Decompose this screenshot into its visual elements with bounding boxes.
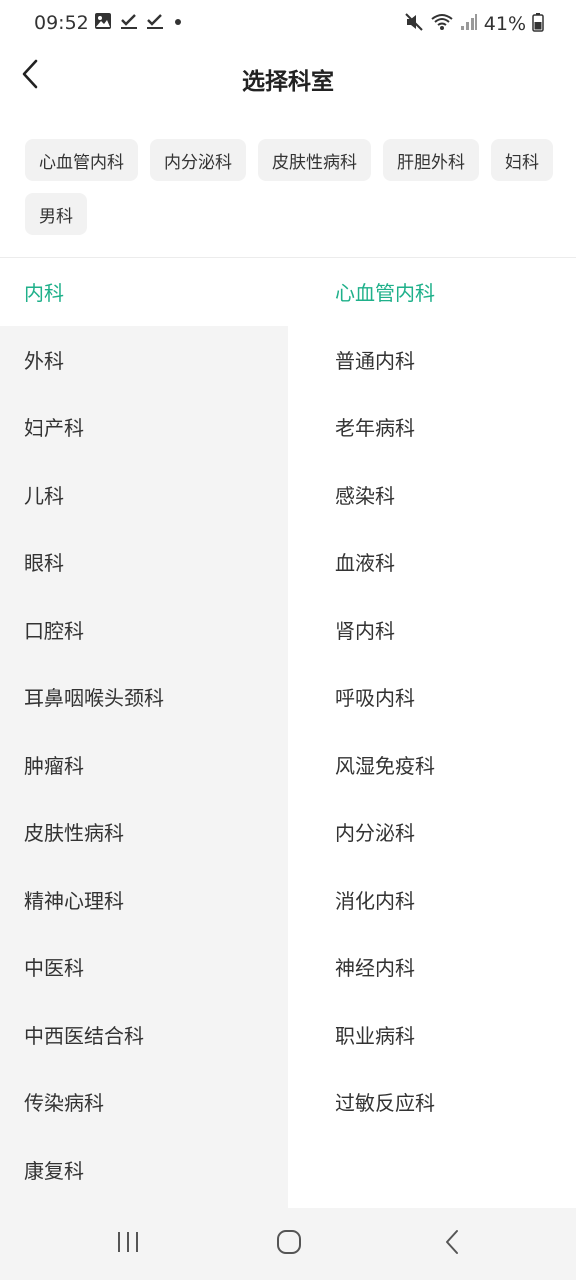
category-item[interactable]: 皮肤性病科 [0,798,288,866]
subdepartment-item[interactable]: 老年病科 [288,393,576,461]
subdepartment-item[interactable]: 感染科 [288,461,576,529]
system-icons: 41% [404,12,544,36]
home-button[interactable] [269,1226,309,1262]
category-item[interactable]: 眼科 [0,528,288,596]
back-icon [443,1229,461,1259]
notification-icons [94,12,184,30]
category-item[interactable]: 中医科 [0,933,288,1001]
subdepartment-item[interactable]: 职业病科 [288,1001,576,1069]
category-item[interactable]: 妇产科 [0,393,288,461]
category-item[interactable]: 内科 [0,258,288,326]
category-item[interactable]: 口腔科 [0,596,288,664]
category-item[interactable]: 儿科 [0,461,288,529]
category-item[interactable]: 外科 [0,326,288,394]
subdepartment-item[interactable]: 风湿免疫科 [288,731,576,799]
subdepartment-item[interactable]: 消化内科 [288,866,576,934]
chip-department[interactable]: 内分泌科 [150,139,246,181]
category-item[interactable]: 精神心理科 [0,866,288,934]
subdepartment-item[interactable]: 内分泌科 [288,798,576,866]
check-icon [146,12,164,30]
chip-department[interactable]: 肝胆外科 [383,139,479,181]
category-list: 内科 外科 妇产科 儿科 眼科 口腔科 耳鼻咽喉头颈科 肿瘤科 皮肤性病科 精神… [0,258,288,1208]
subdepartment-item[interactable]: 呼吸内科 [288,663,576,731]
image-icon [94,12,112,30]
subdepartment-item[interactable]: 普通内科 [288,326,576,394]
wifi-icon [430,12,454,36]
subdepartment-item[interactable]: 心血管内科 [288,258,576,326]
chip-department[interactable]: 男科 [25,193,87,235]
subdepartment-list: 心血管内科 普通内科 老年病科 感染科 血液科 肾内科 呼吸内科 风湿免疫科 内… [288,258,576,1208]
category-item[interactable]: 中西医结合科 [0,1001,288,1069]
chip-department[interactable]: 皮肤性病科 [258,139,371,181]
category-item[interactable]: 耳鼻咽喉头颈科 [0,663,288,731]
status-time: 09:52 [34,12,89,34]
page-header: 选择科室 [0,50,576,110]
nav-back-button[interactable] [432,1226,472,1262]
battery-icon [532,12,544,36]
system-nav-bar [0,1208,576,1280]
category-item[interactable]: 传染病科 [0,1068,288,1136]
subdepartment-item[interactable]: 血液科 [288,528,576,596]
recent-apps-icon [115,1230,141,1258]
chip-department[interactable]: 妇科 [491,139,553,181]
mute-icon [404,12,424,36]
check-icon [120,12,138,30]
recent-apps-button[interactable] [108,1226,148,1262]
signal-icon [460,12,478,36]
chip-department[interactable]: 心血管内科 [25,139,138,181]
quick-department-chips: 心血管内科 内分泌科 皮肤性病科 肝胆外科 妇科 男科 [25,139,555,235]
battery-percent: 41% [483,13,526,35]
subdepartment-item[interactable]: 过敏反应科 [288,1068,576,1136]
home-icon [276,1229,302,1259]
page-title: 选择科室 [242,69,334,95]
status-bar: 09:52 41% [0,0,576,50]
subdepartment-item[interactable]: 神经内科 [288,933,576,1001]
category-item[interactable]: 康复科 [0,1136,288,1204]
dot-icon [172,12,184,30]
category-item[interactable]: 肿瘤科 [0,731,288,799]
subdepartment-item[interactable]: 肾内科 [288,596,576,664]
